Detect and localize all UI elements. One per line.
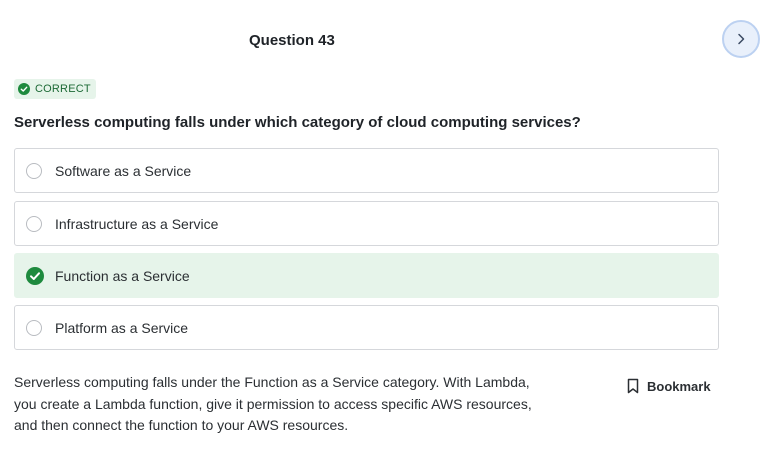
- radio-button[interactable]: [26, 215, 42, 232]
- radio-button[interactable]: [26, 319, 42, 336]
- answer-explanation: Serverless computing falls under the Fun…: [14, 372, 544, 437]
- question-text: Serverless computing falls under which c…: [14, 114, 581, 131]
- option-label: Software as a Service: [55, 162, 192, 179]
- option-label: Infrastructure as a Service: [55, 215, 219, 232]
- bookmark-button[interactable]: Bookmark: [627, 378, 711, 394]
- explanation-line: Serverless computing falls under the Fun…: [14, 374, 530, 390]
- question-title: Question 43: [249, 32, 335, 49]
- answer-option-4[interactable]: Platform as a Service: [14, 305, 719, 350]
- option-label: Function as a Service: [55, 267, 190, 284]
- answer-option-2[interactable]: Infrastructure as a Service: [14, 201, 719, 246]
- check-circle-icon: [26, 266, 44, 285]
- status-badge: CORRECT: [14, 79, 96, 99]
- status-label: CORRECT: [35, 83, 91, 95]
- check-circle-icon: [18, 83, 30, 95]
- option-label: Platform as a Service: [55, 319, 189, 336]
- bookmark-icon: [627, 378, 639, 394]
- answer-option-1[interactable]: Software as a Service: [14, 148, 719, 193]
- bookmark-label: Bookmark: [647, 378, 711, 394]
- explanation-line: and then connect the function to your AW…: [14, 417, 349, 433]
- chevron-right-icon: [738, 33, 745, 45]
- radio-button[interactable]: [26, 162, 42, 179]
- answer-option-3-correct[interactable]: Function as a Service: [14, 253, 719, 298]
- explanation-line: you create a Lambda function, give it pe…: [14, 395, 532, 412]
- next-question-button[interactable]: [722, 20, 760, 58]
